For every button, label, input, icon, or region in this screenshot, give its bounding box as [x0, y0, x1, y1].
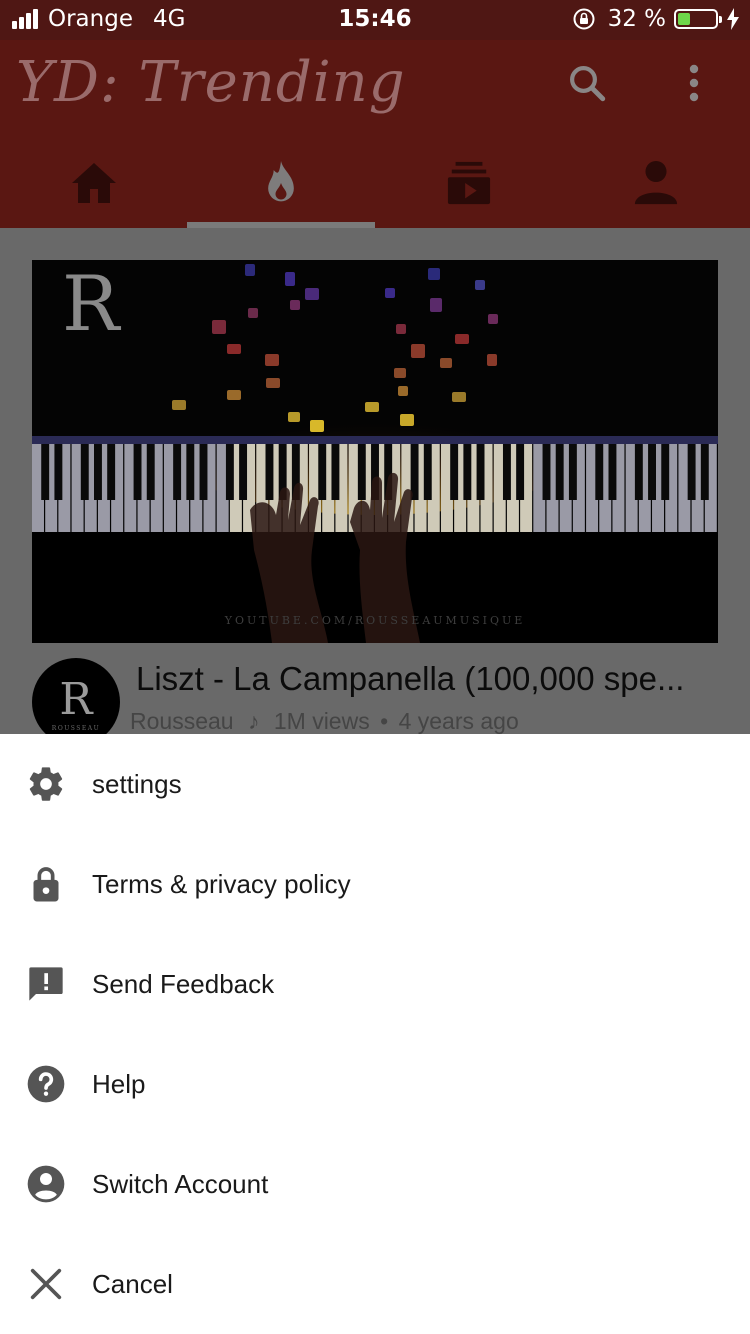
video-watermark: YOUTUBE.COM/ROUSSEAUMUSIQUE	[224, 614, 526, 627]
battery-percent: 32 %	[607, 6, 666, 32]
menu-item-feedback[interactable]: Send Feedback	[0, 934, 750, 1034]
lock-icon	[33, 867, 59, 902]
video-subline: Rousseau ♪ 1M views • 4 years ago	[130, 708, 519, 735]
video-meta: R ROUSSEAU Liszt - La Campanella (100,00…	[32, 658, 732, 746]
upload-age: 4 years ago	[398, 708, 519, 734]
menu-label-settings: settings	[92, 769, 182, 799]
close-icon	[30, 1268, 62, 1300]
more-vert-icon[interactable]	[678, 62, 710, 104]
avatar: R ROUSSEAU	[52, 674, 100, 732]
avatar-caption: ROUSSEAU	[52, 725, 100, 732]
gear-icon	[29, 767, 63, 801]
menu-label-cancel: Cancel	[92, 1269, 173, 1299]
tab-home[interactable]	[0, 138, 188, 228]
search-icon[interactable]	[566, 62, 608, 104]
avatar-logo: R	[59, 674, 94, 725]
menu-item-terms[interactable]: Terms & privacy policy	[0, 834, 750, 934]
menu-label-feedback: Send Feedback	[92, 969, 275, 999]
view-count: 1M views	[273, 708, 370, 734]
feedback-icon	[29, 967, 63, 1001]
person-icon	[635, 160, 678, 205]
music-note-icon: ♪	[247, 708, 260, 734]
status-right: 32 %	[572, 6, 740, 32]
menu-item-switch-account[interactable]: Switch Account	[0, 1134, 750, 1234]
video-title[interactable]: Liszt - La Campanella (100,000 spe...	[136, 660, 726, 698]
brand-title: YD: Trending	[16, 50, 406, 115]
account-circle-icon	[27, 1165, 65, 1203]
menu-item-cancel[interactable]: Cancel	[0, 1234, 750, 1334]
thumbnail-logo: R	[62, 260, 122, 348]
tab-trending[interactable]	[188, 138, 376, 228]
channel-avatar[interactable]: R ROUSSEAU	[32, 658, 120, 746]
battery-fill	[678, 13, 690, 25]
thumbnail-art: YOUTUBE.COM/ROUSSEAUMUSIQUE R	[32, 260, 718, 643]
menu-label-terms: Terms & privacy policy	[92, 869, 351, 899]
options-sheet: settings Terms & privacy policy Send Fee…	[0, 734, 750, 1334]
help-icon	[27, 1065, 65, 1103]
menu-item-settings[interactable]: settings	[0, 734, 750, 834]
meta-separator: •	[380, 708, 389, 734]
rotation-lock-icon	[573, 8, 595, 30]
menu-item-help[interactable]: Help	[0, 1034, 750, 1134]
fire-icon	[268, 161, 295, 202]
battery-icon	[674, 9, 722, 29]
charging-bolt-icon	[727, 8, 739, 30]
tab-account[interactable]	[563, 138, 750, 228]
home-icon	[71, 163, 116, 203]
channel-name[interactable]: Rousseau	[130, 708, 234, 734]
app-header: YD: Trending	[0, 40, 750, 228]
subscriptions-icon	[447, 161, 490, 205]
tab-bar	[0, 138, 750, 228]
video-thumbnail[interactable]: YOUTUBE.COM/ROUSSEAUMUSIQUE R	[32, 260, 718, 643]
video-feed: YOUTUBE.COM/ROUSSEAUMUSIQUE R R ROUSSEAU…	[0, 228, 750, 746]
menu-label-help: Help	[92, 1069, 146, 1099]
tab-subscriptions[interactable]	[375, 138, 563, 228]
status-bar: Orange 4G 15:46 32 %	[0, 0, 750, 40]
menu-label-switch-account: Switch Account	[92, 1169, 269, 1199]
